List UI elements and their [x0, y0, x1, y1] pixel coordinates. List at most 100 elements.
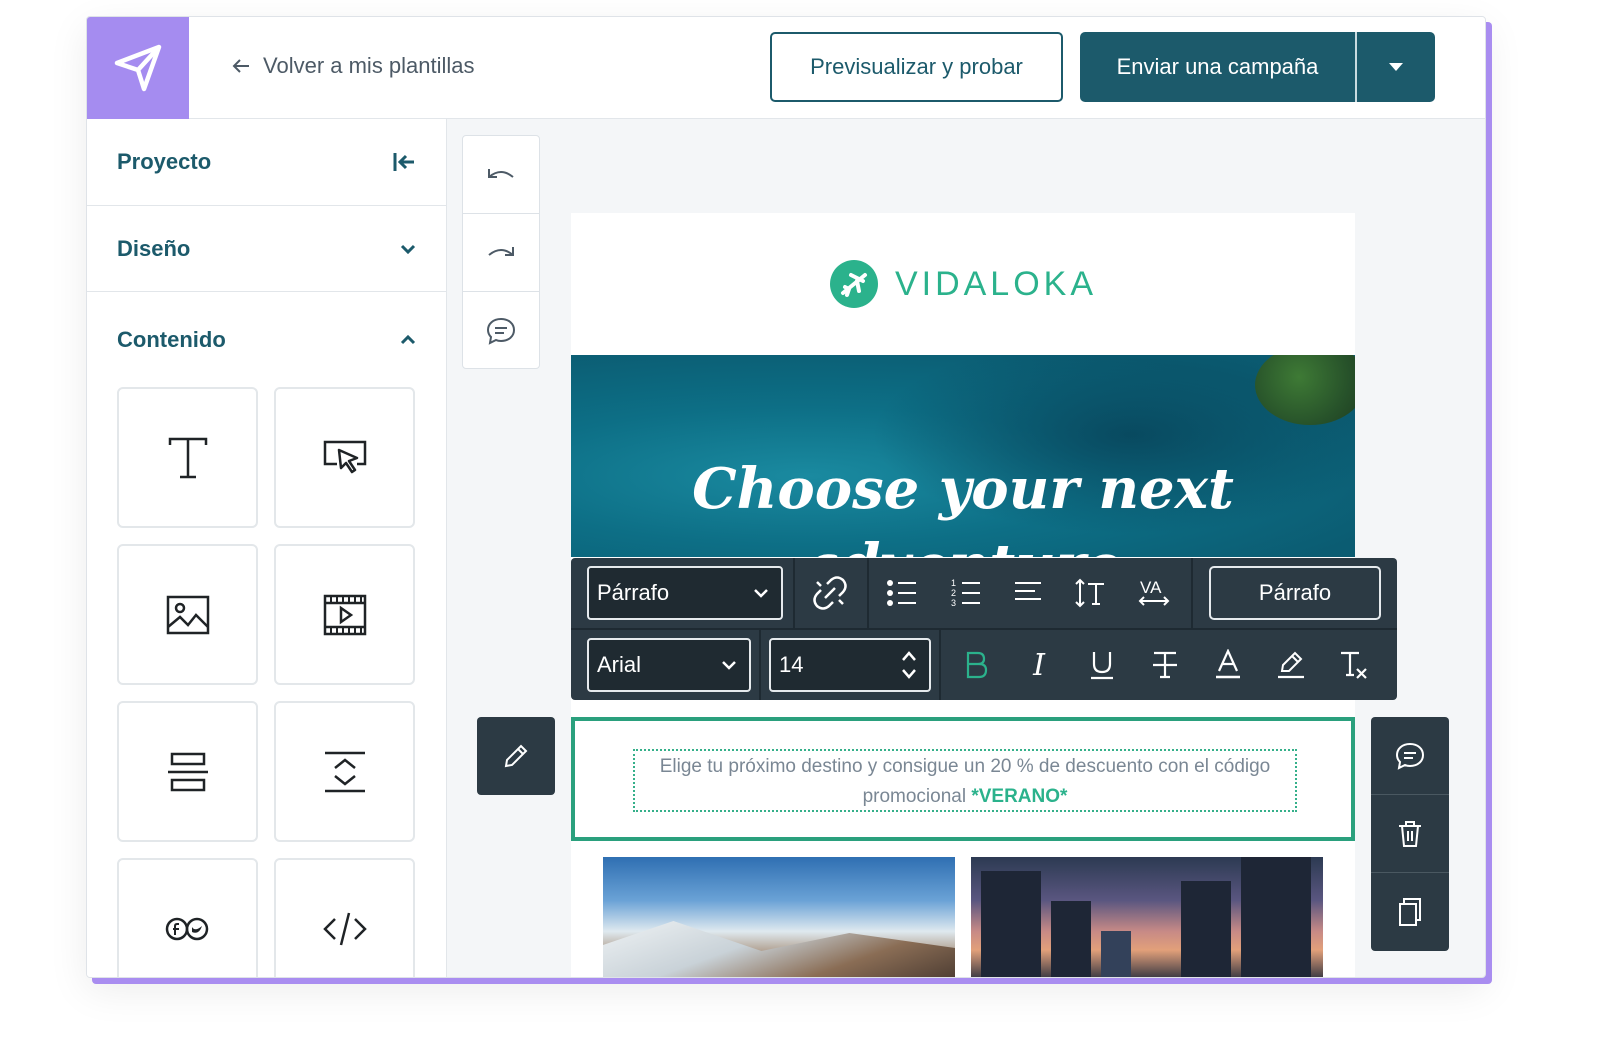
block-video-tile[interactable] — [274, 544, 415, 685]
underline-button[interactable] — [1077, 640, 1127, 690]
block-button-tile[interactable] — [274, 387, 415, 528]
paper-plane-icon — [114, 44, 162, 92]
block-spacer-tile[interactable] — [274, 701, 415, 842]
toolbar-divider — [759, 630, 761, 700]
bulleted-list-icon — [887, 580, 916, 606]
mountain-photo[interactable] — [603, 857, 955, 977]
pencil-icon — [504, 744, 528, 768]
airplane-logo-icon — [829, 260, 878, 308]
content-label: Contenido — [117, 326, 226, 352]
button-cursor-icon — [323, 440, 366, 473]
paragraph-style-label: Párrafo — [1258, 580, 1332, 605]
redo-icon — [488, 246, 514, 256]
text-color-icon — [1216, 649, 1240, 679]
bulleted-list-button[interactable] — [877, 568, 927, 618]
collapse-sidebar-icon[interactable] — [392, 151, 416, 173]
clear-formatting-button[interactable] — [1329, 640, 1379, 690]
block-social-tile[interactable] — [117, 858, 258, 977]
svg-text:2: 2 — [951, 588, 956, 598]
highlight-button[interactable] — [1266, 640, 1316, 690]
text-icon — [168, 437, 207, 478]
project-label: Proyecto — [117, 149, 212, 174]
text-format-toolbar: Párrafo 1 2 3 VA Párrafo Arial 14 I — [571, 558, 1397, 700]
chevron-down-icon — [722, 661, 736, 670]
font-family-value: Arial — [597, 652, 642, 677]
italic-icon: I — [1033, 647, 1045, 683]
app-logo[interactable] — [87, 17, 189, 119]
hero-image-block[interactable]: Choose your next adventure — [571, 355, 1355, 557]
undo-button[interactable] — [463, 136, 539, 214]
paragraph-style-button[interactable]: Párrafo — [1209, 566, 1381, 620]
italic-button[interactable]: I — [1014, 640, 1064, 690]
comments-button[interactable] — [463, 292, 539, 370]
block-text-tile[interactable] — [117, 387, 258, 528]
font-size-stepper[interactable]: 14 — [769, 638, 931, 692]
arrow-left-icon — [232, 59, 249, 73]
editable-paragraph[interactable]: Elige tu próximo destino y consigue un 2… — [633, 749, 1297, 812]
block-html-tile[interactable] — [274, 858, 415, 977]
svg-text:1: 1 — [951, 578, 956, 588]
strikethrough-icon — [1153, 651, 1177, 679]
delete-block-button[interactable] — [1371, 795, 1449, 873]
spacer-icon — [324, 751, 365, 792]
font-family-select[interactable]: Arial — [587, 638, 751, 692]
line-height-button[interactable] — [1065, 568, 1115, 618]
unlink-icon — [813, 576, 847, 610]
underline-icon — [1091, 652, 1113, 680]
brand-name: VIDALOKA — [894, 264, 1098, 303]
building — [981, 871, 1041, 977]
block-comment-button[interactable] — [1371, 717, 1449, 795]
left-sidebar: Proyecto Diseño Contenido — [87, 119, 447, 977]
block-image-tile[interactable] — [117, 544, 258, 685]
align-left-button[interactable] — [1003, 568, 1053, 618]
letter-spacing-button[interactable]: VA — [1129, 568, 1179, 618]
block-actions-toolbar — [1371, 717, 1449, 951]
block-type-select[interactable]: Párrafo — [587, 566, 783, 620]
code-icon — [322, 912, 367, 945]
caret-down-icon — [1389, 63, 1403, 71]
svg-text:VA: VA — [1140, 578, 1162, 597]
align-left-icon — [1015, 582, 1041, 600]
divider-icon — [167, 752, 208, 791]
design-label: Diseño — [117, 235, 191, 261]
unlink-button[interactable] — [805, 568, 855, 618]
bold-button[interactable] — [951, 640, 1001, 690]
history-toolbar — [462, 135, 540, 369]
redo-button[interactable] — [463, 214, 539, 292]
comment-icon — [486, 317, 516, 345]
comment-icon — [1395, 742, 1425, 770]
sidebar-section-content[interactable]: Contenido — [87, 292, 446, 387]
send-options-dropdown[interactable] — [1357, 63, 1435, 71]
preview-and-test-button[interactable]: Previsualizar y probar — [770, 32, 1063, 102]
toolbar-divider — [1191, 558, 1193, 628]
edit-block-button[interactable] — [477, 717, 555, 795]
highlighter-icon — [1278, 651, 1304, 679]
building — [1241, 857, 1311, 977]
building — [1181, 881, 1231, 977]
block-divider-tile[interactable] — [117, 701, 258, 842]
back-link-label: Volver a mis plantillas — [263, 53, 475, 78]
send-campaign-button[interactable]: Enviar una campaña — [1080, 32, 1435, 102]
toolbar-divider — [939, 630, 941, 700]
city-photo[interactable] — [971, 857, 1323, 977]
numbered-list-icon: 1 2 3 — [951, 578, 980, 608]
duplicate-block-button[interactable] — [1371, 873, 1449, 951]
text-color-button[interactable] — [1203, 640, 1253, 690]
toolbar-divider — [793, 558, 795, 628]
strikethrough-button[interactable] — [1140, 640, 1190, 690]
promo-code: *VERANO* — [971, 786, 1068, 807]
selected-text-block[interactable]: Elige tu próximo destino y consigue un 2… — [571, 717, 1355, 841]
video-icon — [323, 594, 366, 635]
toolbar-divider — [867, 558, 869, 628]
toolbar-divider — [571, 628, 1397, 630]
undo-icon — [488, 168, 514, 178]
numbered-list-button[interactable]: 1 2 3 — [941, 568, 991, 618]
sidebar-section-design[interactable]: Diseño — [87, 206, 446, 292]
trash-icon — [1399, 820, 1421, 847]
editor-app: Volver a mis plantillas Previsualizar y … — [86, 16, 1486, 978]
duplicate-icon — [1399, 898, 1421, 926]
sidebar-section-project[interactable]: Proyecto — [87, 119, 446, 206]
hero-title[interactable]: Choose your next adventure — [571, 451, 1355, 557]
image-icon — [166, 595, 209, 634]
back-to-templates-link[interactable]: Volver a mis plantillas — [231, 53, 475, 79]
